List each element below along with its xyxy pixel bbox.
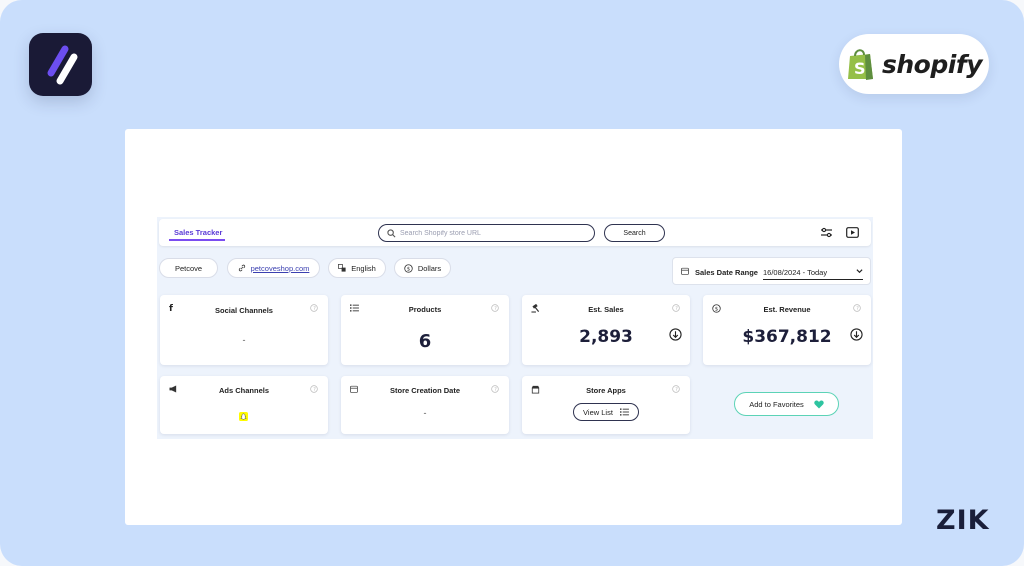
date-range-value[interactable]: 16/08/2024 - Today [763,268,827,277]
view-list-button[interactable]: View List [573,403,639,421]
date-range-label: Sales Date Range [695,268,758,277]
store-name-pill: Petcove [159,258,218,278]
tile-title: Est. Sales [588,305,624,314]
est-sales-value: 2,893 [579,327,633,347]
info-icon[interactable]: ? [853,304,861,312]
calendar-icon [681,267,689,275]
tile-title: Ads Channels [218,386,269,395]
store-name: Petcove [174,263,203,273]
translate-icon [338,264,346,272]
language-label: English [351,263,376,273]
svg-text:S: S [854,59,866,78]
tile-title: Store Apps [586,386,626,395]
info-icon[interactable]: ? [310,385,318,393]
tile-store-apps: Store Apps ? View List [522,376,690,434]
search-icon [387,228,396,237]
add-to-favorites-button[interactable]: Add to Favorites [734,392,839,416]
tile-title: Social Channels [215,306,273,315]
store-url-link[interactable]: petcoveshop.com [251,264,310,273]
search-input[interactable] [400,229,580,237]
tile-ads-channels: Ads Channels ? [160,376,328,434]
est-revenue-value: $367,812 [742,327,832,347]
tab-underline [169,239,225,241]
info-icon[interactable]: ? [491,304,499,312]
search-field[interactable] [378,224,595,242]
creation-date-value: - [423,408,427,418]
info-icon[interactable]: ? [672,385,680,393]
language-pill: English [328,258,386,278]
tile-store-creation-date: Store Creation Date ? - [341,376,509,434]
tile-title: Est. Revenue [763,305,811,314]
info-icon[interactable]: ? [491,385,499,393]
date-range-underline [763,279,863,280]
download-arrow-icon[interactable] [669,328,682,341]
shopify-bag-icon: S [848,49,873,80]
tab-sales-tracker[interactable]: Sales Tracker [174,228,222,237]
dollar-icon: $ [404,263,413,273]
tile-est-sales: Est. Sales ? 2,893 [522,295,690,365]
info-icon[interactable]: ? [672,304,680,312]
favorites-label: Add to Favorites [749,399,804,409]
zik-app-logo [29,33,92,96]
heart-icon [814,400,824,408]
currency-pill: $ Dollars [394,258,451,278]
products-count: 6 [418,331,432,352]
sliders-icon[interactable] [820,227,833,238]
tile-products: Products ? 6 [341,295,509,365]
snapchat-icon[interactable] [239,412,248,421]
list-icon [619,408,629,416]
info-icon[interactable]: ? [310,304,318,312]
shopify-wordmark: shopify [882,49,983,79]
search-button[interactable]: Search [604,224,665,242]
svg-text:$: $ [407,266,410,272]
tile-title: Products [408,305,442,314]
store-url-pill[interactable]: petcoveshop.com [227,258,320,278]
toolbar: Sales Tracker Search [159,219,871,246]
play-icon[interactable] [846,227,859,238]
link-icon [238,264,245,272]
download-arrow-icon[interactable] [850,328,863,341]
zik-slash-logo-icon [47,45,78,85]
sales-date-range[interactable]: Sales Date Range 16/08/2024 - Today [672,257,871,285]
chevron-down-icon[interactable] [856,268,863,274]
currency-label: Dollars [417,263,442,273]
tile-social-channels: f Social Channels ? - [160,295,328,365]
tile-title: Store Creation Date [389,386,461,395]
social-value: - [242,335,246,345]
shopify-badge: S shopify [839,34,989,94]
view-list-label: View List [583,407,613,417]
zik-wordmark: ZIK [936,505,990,536]
tile-est-revenue: $ Est. Revenue ? $367,812 [703,295,871,365]
